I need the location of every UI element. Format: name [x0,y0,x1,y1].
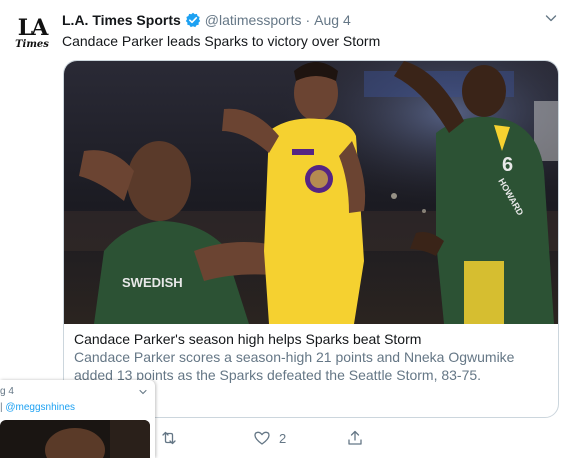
overlapping-tweet-fragment[interactable]: g 4 | @meggsnhines [0,380,155,458]
tweet[interactable]: LA Times L.A. Times Sports @latimessport… [0,0,564,458]
tweet-date[interactable]: Aug 4 [314,12,351,28]
separator-dot: · [305,12,311,28]
overlay-tweet-image [0,420,150,458]
avatar-logo-bottom: Times [15,39,49,50]
tweet-header: L.A. Times Sports @latimessports · Aug 4 [62,11,351,29]
avatar-logo-top: LA [17,15,49,41]
link-card[interactable]: SWEDISH 6 HOWARD Candace Parker's season… [63,60,559,418]
jersey-number-text: 6 [502,154,513,176]
chevron-down-icon[interactable] [544,11,558,25]
chevron-down-icon[interactable] [138,387,148,397]
user-handle[interactable]: @latimessports [205,12,302,28]
share-button[interactable] [346,428,364,448]
like-button[interactable]: 2 [253,428,286,448]
verified-badge-icon [185,12,201,28]
card-description: Candace Parker scores a season-high 21 p… [74,349,515,383]
tweet-text: Candace Parker leads Sparks to victory o… [62,33,381,49]
like-count: 2 [279,430,287,446]
overlay-tweet-author[interactable]: | @meggsnhines [0,402,75,413]
overlay-separator: | [0,402,3,413]
avatar[interactable]: LA Times [10,12,54,56]
share-icon [348,430,362,445]
overlay-tweet-date[interactable]: g 4 [0,386,14,397]
overlay-tweet-handle[interactable]: @meggsnhines [5,402,75,413]
retweet-button[interactable] [160,428,178,448]
card-body[interactable]: Candace Parker's season high helps Spark… [64,324,558,384]
card-title[interactable]: Candace Parker's season high helps Spark… [74,330,550,348]
jersey-sponsor-text: SWEDISH [122,275,183,290]
retweet-icon [162,431,176,445]
card-photo: SWEDISH 6 HOWARD [64,61,558,324]
display-name[interactable]: L.A. Times Sports [62,12,181,28]
heart-icon [254,431,270,445]
